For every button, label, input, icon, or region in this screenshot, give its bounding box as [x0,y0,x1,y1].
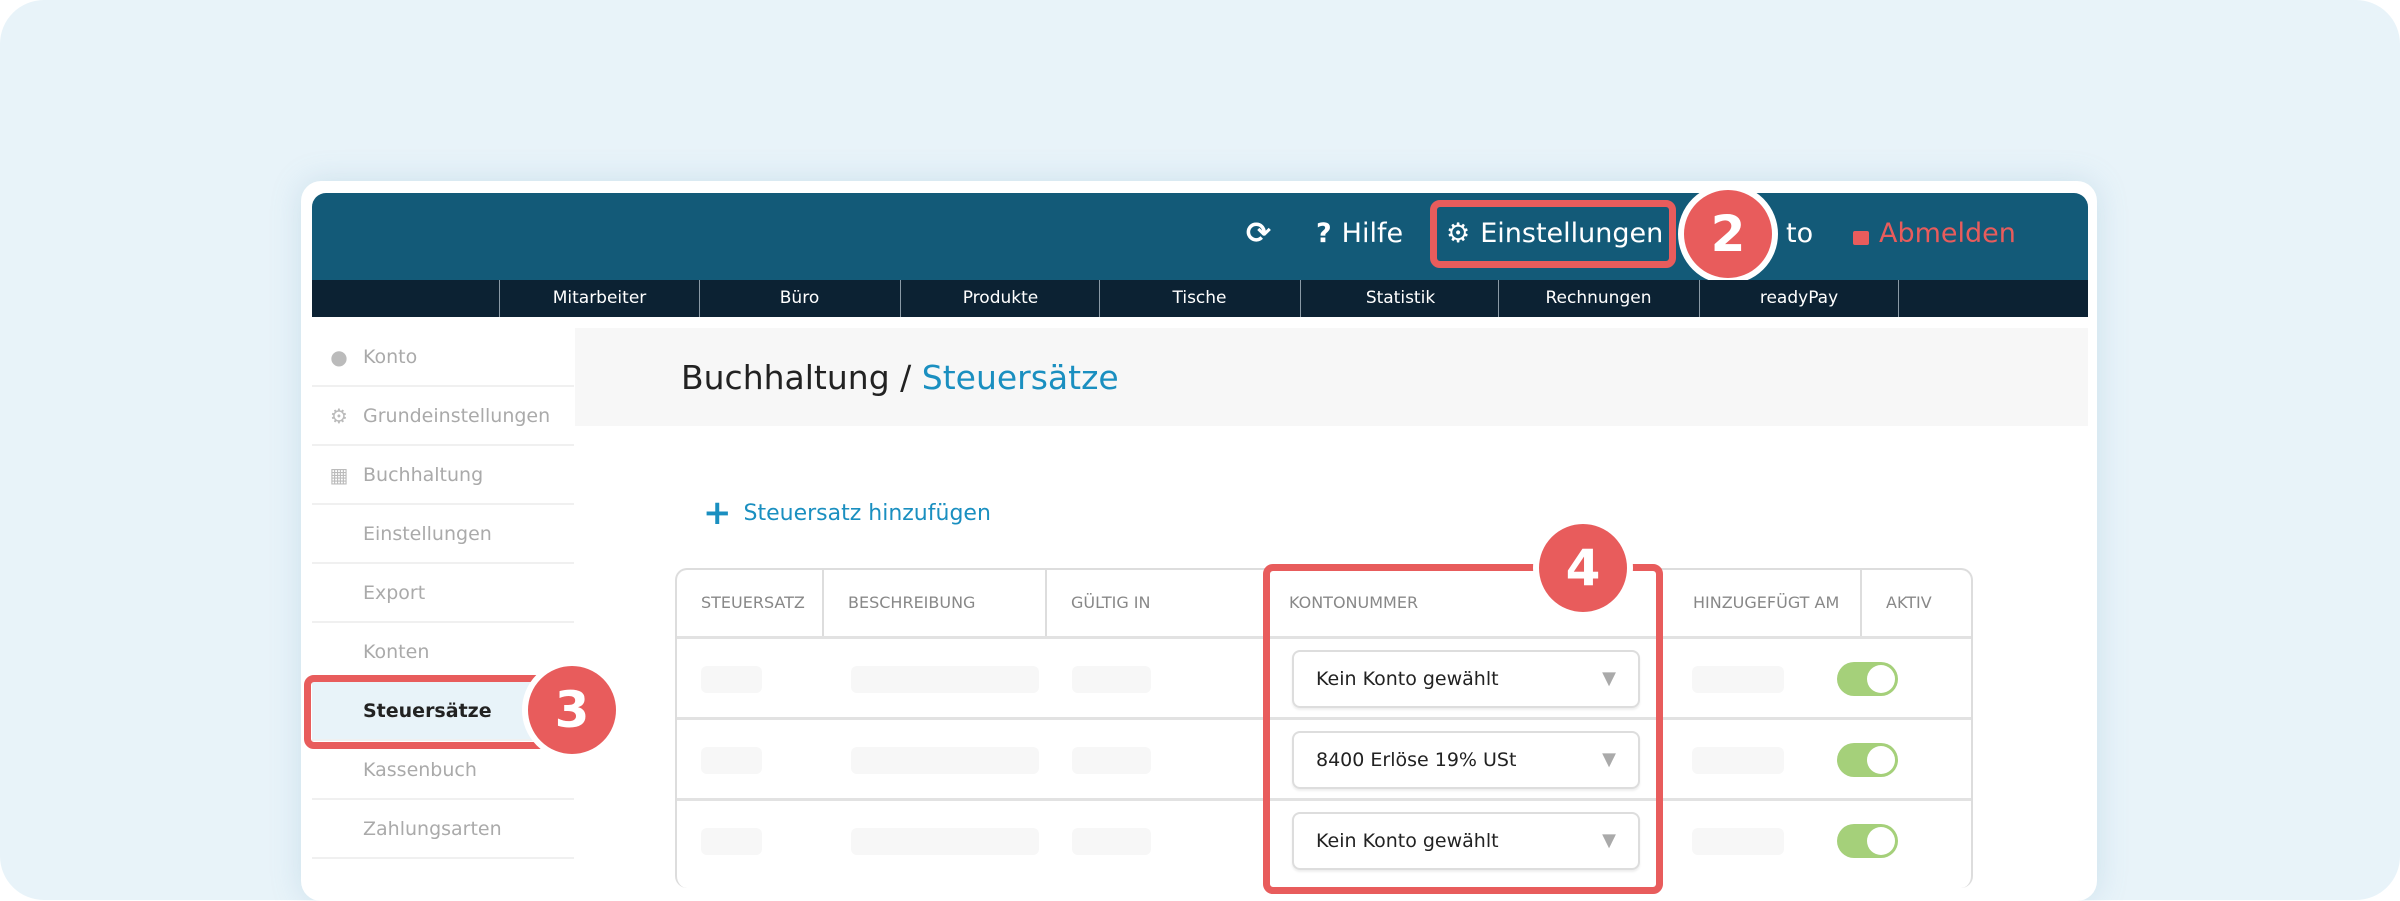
placeholder-cell [1692,828,1784,855]
logout-button[interactable]: Abmelden [1853,214,2016,254]
placeholder-cell [1072,666,1151,693]
col-beschreibung[interactable]: BESCHREIBUNG [824,570,1047,636]
question-icon: ? [1316,218,1332,249]
toggle-knob [1867,665,1895,693]
sidebar-item-label: Export [363,581,426,604]
nav-readypay[interactable]: readyPay [1699,280,1899,317]
refresh-button[interactable]: ⟳ [1246,214,1271,254]
nav-mitarbeiter[interactable]: Mitarbeiter [499,280,699,317]
nav-statistik[interactable]: Statistik [1300,280,1500,317]
sidebar-item-label: Zahlungsarten [363,817,502,840]
nav-rechnungen[interactable]: Rechnungen [1498,280,1698,317]
col-aktiv[interactable]: AKTIV [1862,570,1971,636]
highlight-steuersaetze [304,675,554,749]
sidebar-item-kassenbuch[interactable]: Kassenbuch [312,741,574,800]
breadcrumb-current: Steuersätze [921,358,1119,397]
sidebar-item-export[interactable]: Export [312,564,574,623]
highlight-settings [1430,200,1676,268]
sidebar: ● Konto ⚙ Grundeinstellungen ▦ Buchhaltung … [312,328,574,859]
step-badge-2: 2 [1678,184,1778,284]
toggle-knob [1867,827,1895,855]
lock-icon [1853,231,1869,245]
account-label: to [1786,218,1814,249]
sidebar-item-buchhaltung[interactable]: ▦ Buchhaltung [312,446,574,505]
sidebar-item-konten[interactable]: Konten [312,623,574,682]
nav-buero[interactable]: Büro [699,280,899,317]
add-tax-rate-label: Steuersatz hinzufügen [743,500,991,526]
calculator-icon: ▦ [329,463,349,487]
plus-icon: + [703,493,732,533]
placeholder-cell [1692,747,1784,774]
top-bar [312,193,2088,280]
gear-icon: ⚙ [330,404,348,428]
logout-label: Abmelden [1879,218,2016,249]
sidebar-item-konto[interactable]: ● Konto [312,328,574,387]
main-nav: Mitarbeiter Büro Produkte Tische Statist… [312,280,2088,317]
step-badge-3: 3 [522,660,622,760]
page-title: Buchhaltung / Steuersätze [681,358,1119,397]
sidebar-item-label: Einstellungen [363,522,492,545]
sidebar-item-label: Buchhaltung [363,463,484,486]
placeholder-cell [1072,828,1151,855]
nav-produkte[interactable]: Produkte [900,280,1100,317]
user-icon: ● [330,345,348,369]
col-hinzugefuegt-am[interactable]: HINZUGEFÜGT AM [1671,570,1862,636]
breadcrumb-parent[interactable]: Buchhaltung [681,358,890,397]
toggle-knob [1867,746,1895,774]
sidebar-item-zahlungsarten[interactable]: Zahlungsarten [312,800,574,859]
step-badge-4: 4 [1533,518,1633,618]
placeholder-cell [851,747,1039,774]
add-tax-rate-button[interactable]: + Steuersatz hinzufügen [703,493,991,533]
nav-tische[interactable]: Tische [1099,280,1299,317]
refresh-icon: ⟳ [1246,216,1272,251]
placeholder-cell [1692,666,1784,693]
sidebar-item-label: Kassenbuch [363,758,477,781]
help-label: Hilfe [1341,218,1404,249]
placeholder-cell [851,666,1039,693]
sidebar-item-einstellungen[interactable]: Einstellungen [312,505,574,564]
breadcrumb-separator: / [889,358,922,397]
active-toggle[interactable] [1837,662,1898,696]
page-header: Buchhaltung / Steuersätze [575,328,2088,426]
placeholder-cell [1072,747,1151,774]
sidebar-item-label: Konto [363,345,418,368]
placeholder-cell [701,666,762,693]
help-button[interactable]: ? Hilfe [1316,214,1403,254]
sidebar-item-label: Grundeinstellungen [363,404,551,427]
placeholder-cell [851,828,1039,855]
account-button[interactable]: to [1786,214,1813,254]
col-steuersatz[interactable]: STEUERSATZ [677,570,824,636]
placeholder-cell [701,828,762,855]
sidebar-item-label: Konten [363,640,430,663]
placeholder-cell [701,747,762,774]
active-toggle[interactable] [1837,743,1898,777]
col-gueltig-in[interactable]: GÜLTIG IN [1047,570,1265,636]
sidebar-item-grundeinstellungen[interactable]: ⚙ Grundeinstellungen [312,387,574,446]
active-toggle[interactable] [1837,824,1898,858]
